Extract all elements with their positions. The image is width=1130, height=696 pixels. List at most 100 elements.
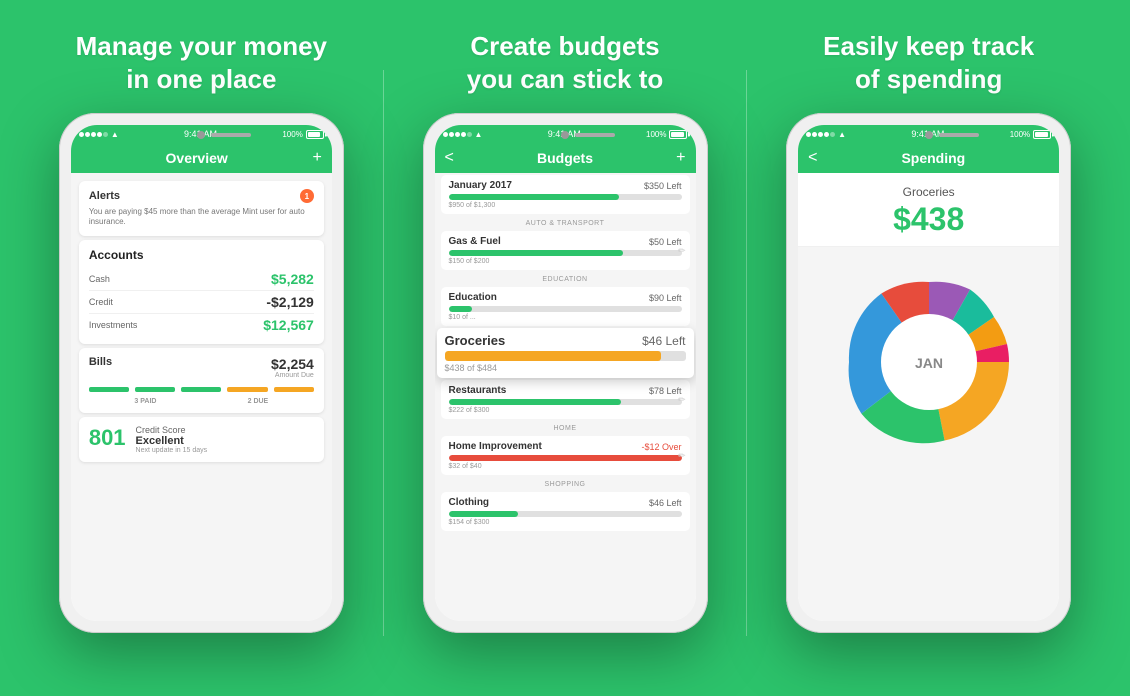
panel-budgets: Create budgets you can stick to ▲ (384, 30, 747, 676)
phone3: ▲ 9:41 AM 100% < Spending (786, 113, 1071, 633)
battery-icon (306, 130, 324, 139)
phone2-screen: January 2017 $350 Left $950 of $1,300 AU… (435, 173, 696, 621)
budget-january-left: $350 Left (644, 181, 682, 191)
alert-text: You are paying $45 more than the average… (89, 207, 314, 228)
phone2-battery-fill (671, 132, 684, 137)
bills-legend-due: 2 DUE (248, 398, 269, 405)
phone1-time: 9:41 AM (184, 129, 217, 139)
budget-gas-bar-bg (449, 250, 682, 256)
restaurants-edit-icon[interactable]: ✏ (678, 394, 686, 405)
phone2-wifi-icon: ▲ (475, 130, 483, 139)
alert-header: Alerts 1 (89, 189, 314, 203)
bills-legend-paid: 3 PAID (134, 398, 156, 405)
main-container: Manage your money in one place ▲ (0, 0, 1130, 696)
bills-sub: Amount Due (271, 372, 314, 379)
bills-header: Bills $2,254 Amount Due (89, 356, 314, 379)
budget-restaurants-label: $222 of $300 (449, 407, 682, 414)
budget-home-label: $32 of $40 (449, 463, 682, 470)
bills-bar-paid (89, 387, 129, 392)
accounts-card: Accounts Cash $5,282 Credit -$2,129 Inve… (79, 240, 324, 344)
budget-groceries-name: Groceries (445, 333, 506, 348)
budget-home-header: Home Improvement -$12 Over (449, 441, 682, 452)
gas-edit-icon[interactable]: ✏ (678, 245, 686, 256)
section-auto-transport: AUTO & TRANSPORT (435, 216, 696, 229)
budget-gas-left: $50 Left (649, 237, 682, 247)
budget-january-header: January 2017 $350 Left (449, 180, 682, 191)
spending-category: Groceries (808, 185, 1049, 199)
budget-item-january[interactable]: January 2017 $350 Left $950 of $1,300 (441, 175, 690, 214)
budget-january-bar-bg (449, 194, 682, 200)
phone2-add-button[interactable]: + (676, 149, 685, 167)
account-name-investments: Investments (89, 320, 138, 330)
account-name-credit: Credit (89, 297, 113, 307)
p2-dot2 (449, 132, 454, 137)
panel-manage-money: Manage your money in one place ▲ (20, 30, 383, 676)
budget-home-bar-bg (449, 455, 682, 461)
dot5 (103, 132, 108, 137)
account-row-investments: Investments $12,567 (89, 314, 314, 336)
phone1-nav-bar: Overview + (71, 143, 332, 173)
budget-gas-header: Gas & Fuel $50 Left (449, 236, 682, 247)
budget-gas-name: Gas & Fuel (449, 236, 501, 247)
bills-bar-paid3 (181, 387, 221, 392)
phone1-nav-title: Overview (166, 150, 228, 166)
phone3-battery-area: 100% (1010, 130, 1051, 139)
phone3-status-left: ▲ (806, 130, 846, 139)
wifi-icon: ▲ (111, 130, 119, 139)
panel1-title: Manage your money in one place (76, 30, 327, 95)
phone2-battery-area: 100% (646, 130, 687, 139)
phone3-battery-fill (1035, 132, 1048, 137)
budget-clothing-label: $154 of $300 (449, 519, 682, 526)
phone3-battery-icon (1033, 130, 1051, 139)
budget-restaurants-bar-bg (449, 399, 682, 405)
bills-legend: 3 PAID 2 DUE (89, 398, 314, 405)
section-home: HOME (435, 421, 696, 434)
budget-item-clothing[interactable]: Clothing $46 Left $154 of $300 (441, 492, 690, 531)
home-edit-icon[interactable]: ✏ (678, 450, 686, 461)
donut-month-label: JAN (915, 355, 943, 371)
budget-item-groceries[interactable]: Groceries $46 Left $438 of $484 (437, 328, 694, 378)
donut-container: JAN (798, 247, 1059, 477)
phone1-add-button[interactable]: + (312, 149, 321, 167)
account-name-cash: Cash (89, 274, 110, 284)
p3-dot4 (824, 132, 829, 137)
panel2-title: Create budgets you can stick to (467, 30, 664, 95)
phone2-signal-dots (443, 132, 472, 137)
budget-item-gas[interactable]: Gas & Fuel $50 Left $150 of $200 ✏ (441, 231, 690, 270)
phone2: ▲ 9:41 AM 100% < Budgets + (423, 113, 708, 633)
budget-education-name: Education (449, 292, 497, 303)
battery-fill (308, 132, 321, 137)
p3-dot3 (818, 132, 823, 137)
budget-item-education[interactable]: Education $90 Left $10 of ... (441, 287, 690, 326)
budget-groceries-label: $438 of $484 (445, 363, 686, 373)
phone1-screen: Alerts 1 You are paying $45 more than th… (71, 173, 332, 621)
phone1-battery-area: 100% (282, 130, 323, 139)
budget-education-label: $10 of ... (449, 314, 682, 321)
budget-restaurants-header: Restaurants $78 Left (449, 385, 682, 396)
p3-dot5 (830, 132, 835, 137)
bills-bar-due2 (274, 387, 314, 392)
phone2-battery-icon (669, 130, 687, 139)
phone3-wifi-icon: ▲ (838, 130, 846, 139)
p2-dot3 (455, 132, 460, 137)
phone3-battery-pct: 100% (1010, 130, 1030, 139)
phone2-back-button[interactable]: < (445, 149, 454, 167)
budget-clothing-name: Clothing (449, 497, 490, 508)
budget-item-home-improvement[interactable]: Home Improvement -$12 Over $32 of $40 ✏ (441, 436, 690, 475)
budget-clothing-left: $46 Left (649, 498, 682, 508)
account-row-cash: Cash $5,282 (89, 268, 314, 291)
budget-clothing-bar-fill (449, 511, 519, 517)
alert-card: Alerts 1 You are paying $45 more than th… (79, 181, 324, 236)
phone2-nav-title: Budgets (537, 150, 593, 166)
budget-clothing-header: Clothing $46 Left (449, 497, 682, 508)
panel3-title: Easily keep track of spending (823, 30, 1034, 95)
account-value-cash: $5,282 (271, 271, 314, 287)
p2-dot4 (461, 132, 466, 137)
phone3-back-button[interactable]: < (808, 149, 817, 167)
budget-groceries-header: Groceries $46 Left (445, 333, 686, 348)
phone3-status-bar: ▲ 9:41 AM 100% (798, 125, 1059, 143)
budget-item-restaurants[interactable]: Restaurants $78 Left $222 of $300 ✏ (441, 380, 690, 419)
bills-value: $2,254 (271, 356, 314, 372)
budget-groceries-bar-fill (445, 351, 662, 361)
dot1 (79, 132, 84, 137)
